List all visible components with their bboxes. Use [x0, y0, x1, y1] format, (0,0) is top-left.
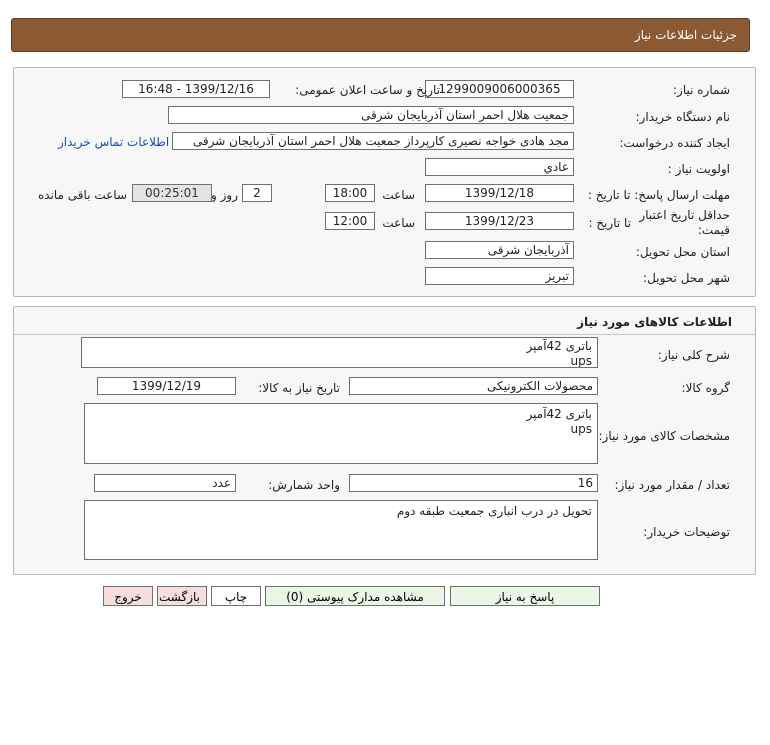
requester-field: مجد هادی خواجه نصیری کارپرداز جمعیت هلال… [172, 132, 574, 150]
city-label: شهر محل تحویل: [643, 271, 730, 285]
buyer-notes-label: توضیحات خریدار: [643, 525, 730, 539]
days-field: 2 [242, 184, 272, 202]
section-divider [14, 334, 755, 335]
deadline-label: مهلت ارسال پاسخ: تا تاریخ : [587, 188, 730, 202]
buyer-org-field: جمعیت هلال احمر استان آذربایجان شرقی [168, 106, 574, 124]
print-button[interactable]: چاپ [211, 586, 261, 606]
goods-section-title: اطلاعات کالاهای مورد نیاز [577, 315, 732, 329]
need-number-label: شماره نیاز: [673, 83, 730, 97]
announce-label: تاریخ و ساعت اعلان عمومی: [295, 83, 440, 97]
priority-label: اولویت نیاز : [667, 162, 730, 176]
priority-field: عادي [425, 158, 574, 176]
buyer-notes-field: تحویل در درب انباری جمعیت طبقه دوم [84, 500, 598, 560]
city-field: تبریز [425, 267, 574, 285]
validity-date-field: 1399/12/23 [425, 212, 574, 230]
province-field: آذربایجان شرقی [425, 241, 574, 259]
qty-field: 16 [349, 474, 598, 492]
remaining-time-field: 00:25:01 [132, 184, 212, 202]
days-label: روز و [211, 188, 238, 202]
summary-field: باتری 42آمپر ups [81, 337, 598, 368]
requester-label: ایجاد کننده درخواست: [619, 136, 730, 150]
province-label: استان محل تحویل: [635, 245, 730, 259]
back-button[interactable]: بازگشت [157, 586, 207, 606]
summary-label: شرح کلی نیاز: [657, 348, 730, 362]
buyer-contact-link[interactable]: اطلاعات تماس خریدار [58, 135, 169, 149]
validity-time-label: ساعت [382, 216, 415, 230]
buyer-org-label: نام دستگاه خریدار: [635, 110, 731, 124]
group-field: محصولات الکترونیکی [349, 377, 598, 395]
group-label: گروه کالا: [681, 381, 731, 395]
remaining-label: ساعت باقی مانده [37, 188, 127, 202]
exit-button[interactable]: خروج [103, 586, 153, 606]
details-panel [13, 67, 756, 297]
specs-field: باتری 42آمپر ups [84, 403, 598, 464]
page-title: جزئیات اطلاعات نیاز [634, 28, 737, 42]
validity-to-label: تا تاریخ : [588, 216, 631, 230]
need-date-label: تاریخ نیاز به کالا: [258, 381, 340, 395]
validity-label: حداقل تاریخ اعتبار قیمت: [639, 208, 730, 237]
need-number-field: 1299009006000365 [425, 80, 574, 98]
unit-field: عدد [94, 474, 236, 492]
deadline-time-field: 18:00 [325, 184, 375, 202]
page-header: جزئیات اطلاعات نیاز [11, 18, 750, 52]
need-date-field: 1399/12/19 [97, 377, 236, 395]
attachments-button[interactable]: مشاهده مدارک پیوستی (0) [265, 586, 445, 606]
announce-field: 1399/12/16 - 16:48 [122, 80, 270, 98]
specs-label: مشخصات کالای مورد نیاز: [598, 429, 730, 443]
deadline-time-label: ساعت [382, 188, 415, 202]
reply-button[interactable]: پاسخ به نیاز [450, 586, 600, 606]
unit-label: واحد شمارش: [268, 478, 340, 492]
deadline-date-field: 1399/12/18 [425, 184, 574, 202]
validity-time-field: 12:00 [325, 212, 375, 230]
qty-label: تعداد / مقدار مورد نیاز: [614, 478, 730, 492]
